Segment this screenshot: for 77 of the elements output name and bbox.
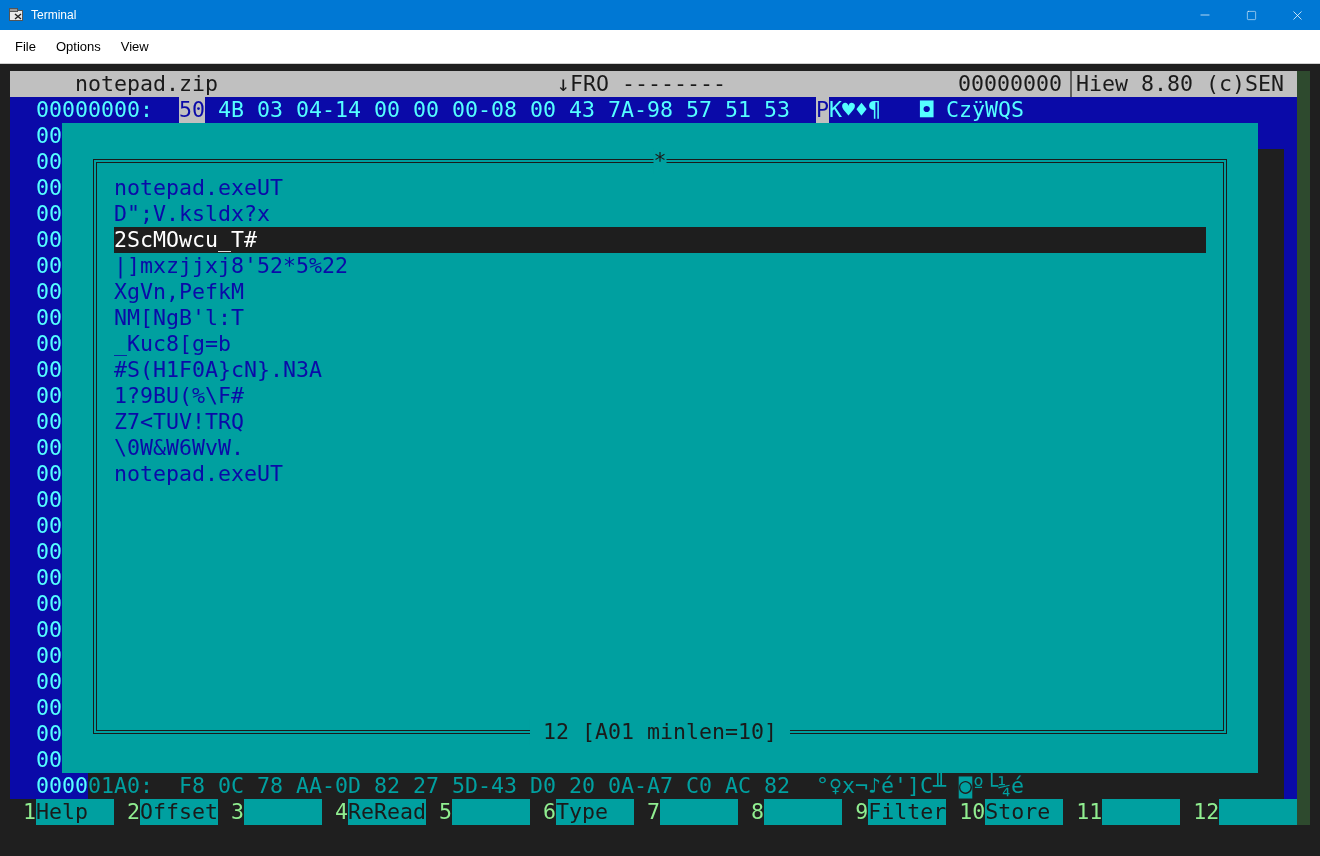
- cursor-byte: 50: [179, 97, 205, 123]
- address-stub: 00: [36, 591, 62, 616]
- string-item[interactable]: \0W&W6WvW.: [114, 435, 1206, 461]
- function-key[interactable]: [660, 799, 739, 825]
- string-item[interactable]: D";V.ksldx?x: [114, 201, 1206, 227]
- function-key-number: 10: [959, 799, 986, 825]
- function-key[interactable]: [452, 799, 531, 825]
- function-key-number: 12: [1193, 799, 1220, 825]
- address-stub: 00: [36, 175, 62, 200]
- string-item[interactable]: NM[NgB'l:T: [114, 305, 1206, 331]
- function-key-number: 4: [335, 799, 349, 825]
- string-item[interactable]: 1?9BU(%\F#: [114, 383, 1206, 409]
- function-key[interactable]: Filter: [868, 799, 947, 825]
- string-item[interactable]: notepad.exeUT: [114, 461, 1206, 487]
- menu-item[interactable]: File: [6, 36, 45, 57]
- address-stub: 00: [36, 409, 62, 434]
- function-key-number: 3: [231, 799, 245, 825]
- address-stub: 00: [36, 253, 62, 278]
- address-stub: 00: [36, 721, 62, 746]
- address-stub: 00: [36, 227, 62, 252]
- address-stub: 00: [36, 331, 62, 356]
- string-item[interactable]: |]mxzjjxj8'52*5%22: [114, 253, 1206, 279]
- string-item[interactable]: #S(H1F0A}cN}.N3A: [114, 357, 1206, 383]
- ascii-mark: ◘: [920, 97, 934, 123]
- address-stub: 00: [36, 617, 62, 642]
- address-stub: 00: [36, 357, 62, 382]
- string-item[interactable]: Z7<TUV!TRQ: [114, 409, 1206, 435]
- function-key[interactable]: [764, 799, 843, 825]
- address-stub: 00: [36, 201, 62, 226]
- address-stub: 00: [36, 305, 62, 330]
- function-key-number: 9: [855, 799, 869, 825]
- function-key-number: 2: [127, 799, 141, 825]
- string-item[interactable]: 2ScMOwcu_T#: [114, 227, 1206, 253]
- address: 0000: [35, 773, 88, 799]
- menu-item[interactable]: Options: [46, 36, 110, 57]
- function-key[interactable]: [244, 799, 323, 825]
- function-key[interactable]: Store: [985, 799, 1064, 825]
- offset-indicator: 00000000: [958, 71, 1063, 97]
- file-name: notepad.zip: [74, 71, 219, 97]
- string-item[interactable]: XgVn,PefkM: [114, 279, 1206, 305]
- function-key[interactable]: Help: [36, 799, 114, 825]
- menu-item[interactable]: View: [111, 36, 158, 57]
- address-stub: 00: [36, 513, 62, 538]
- address-stub: 00: [36, 149, 62, 174]
- terminal-icon: [9, 8, 25, 22]
- ascii-text: CzÿWQS: [946, 97, 1025, 123]
- function-key-number: 7: [647, 799, 661, 825]
- function-key-number: 11: [1076, 799, 1103, 825]
- address-stub: 00: [36, 643, 62, 668]
- address-stub: 00: [36, 123, 62, 148]
- function-key[interactable]: Offset: [140, 799, 219, 825]
- function-key[interactable]: [1102, 799, 1181, 825]
- address-stub: 00: [36, 383, 62, 408]
- address-stub: 00: [36, 669, 62, 694]
- mode-indicator: ↓FRO --------: [557, 71, 727, 97]
- function-key[interactable]: Type: [556, 799, 635, 825]
- string-item[interactable]: _Kuc8[g=b: [114, 331, 1206, 357]
- string-item[interactable]: notepad.exeUT: [114, 175, 1206, 201]
- function-key-number: 5: [439, 799, 453, 825]
- function-key-number: 1: [23, 799, 36, 825]
- maximize-icon: [1245, 9, 1257, 21]
- ascii-text: K♥♦¶: [829, 97, 883, 123]
- address-stub: 00: [36, 747, 62, 772]
- hex-bytes: 4B 03 04-14 00 00 00-08 00 43 7A-98 57 51 53: [218, 97, 792, 123]
- address-stub: 00: [36, 435, 62, 460]
- ascii-cursor: P: [816, 97, 830, 123]
- address-stub: 00: [36, 461, 62, 486]
- function-key[interactable]: ReRead: [348, 799, 427, 825]
- window-title: Terminal: [31, 7, 77, 24]
- address-stub: 00: [36, 565, 62, 590]
- address-stub: 00: [36, 695, 62, 720]
- address-stub: 00: [36, 539, 62, 564]
- function-key-number: 8: [751, 799, 765, 825]
- address: 00000000:: [36, 97, 154, 123]
- address-stub: 00: [36, 487, 62, 512]
- function-key[interactable]: [1219, 799, 1298, 825]
- address-stub: 00: [36, 279, 62, 304]
